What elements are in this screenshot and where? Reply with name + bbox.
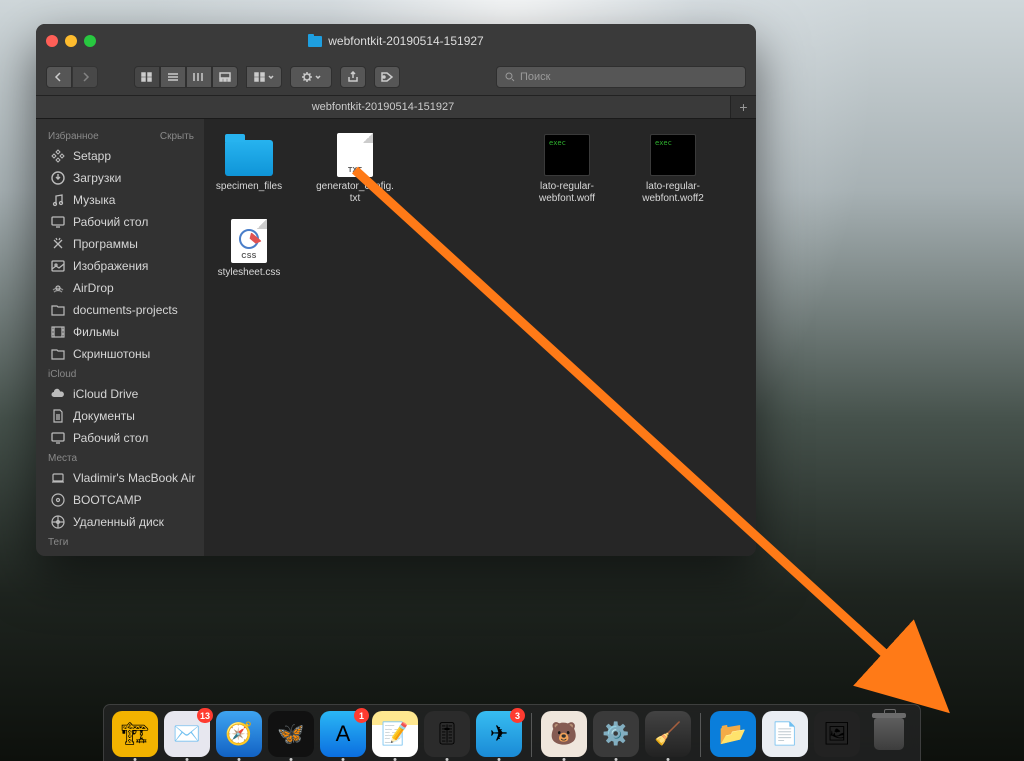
css-file-icon: CSS [231, 219, 267, 263]
laptop-icon [50, 470, 66, 486]
butterfly-icon: 🦋 [277, 721, 304, 747]
folder-icon [308, 36, 322, 47]
sidebar-item-label: Изображения [73, 259, 148, 273]
share-button[interactable] [340, 66, 366, 88]
action-button[interactable] [290, 66, 332, 88]
sidebar: Избранное Скрыть Setapp Загрузки Музыка Раб… [36, 119, 204, 556]
folder-icon [50, 302, 66, 318]
dock-butterfly[interactable]: 🦋 [268, 711, 314, 757]
appstore-icon: A [336, 721, 351, 747]
view-gallery-button[interactable] [212, 66, 238, 88]
tab-current[interactable]: webfontkit-20190514-151927 [36, 96, 730, 118]
sidebar-item-label: BOOTCAMP [73, 493, 142, 507]
file-label: specimen_files [216, 181, 282, 205]
sidebar-item-movies[interactable]: Фильмы [36, 321, 204, 343]
forklift-icon: 🏗 [121, 721, 149, 747]
new-tab-button[interactable]: + [730, 96, 756, 118]
file-item[interactable]: CSS stylesheet.css [210, 219, 288, 291]
tags-button[interactable] [374, 66, 400, 88]
sidebar-item-label: Фильмы [73, 325, 119, 339]
sidebar-item-music[interactable]: Музыка [36, 189, 204, 211]
icloud-icon [50, 386, 66, 402]
folder-icon [50, 346, 66, 362]
sidebar-item-desktop[interactable]: Рабочий стол [36, 427, 204, 449]
tab-bar: webfontkit-20190514-151927 + [36, 96, 756, 119]
sidebar-item-remote[interactable]: Удаленный диск [36, 511, 204, 533]
movies-icon [50, 324, 66, 340]
traffic-lights [46, 35, 96, 47]
sidebar-icloud-header: iCloud [36, 365, 204, 383]
sidebar-item-label: Удаленный диск [73, 515, 164, 529]
file-item[interactable]: specimen_files [210, 133, 288, 205]
downloads-icon [50, 170, 66, 186]
view-icons-button[interactable] [134, 66, 160, 88]
sidebar-item-label: Setapp [73, 149, 111, 163]
badge: 13 [197, 708, 213, 723]
folder-icon [225, 140, 273, 176]
file-label: stylesheet.css [218, 267, 281, 291]
sidebar-item-label: Программы [73, 237, 138, 251]
sidebar-item-images[interactable]: Изображения [36, 255, 204, 277]
sidebar-item-icloud[interactable]: iCloud Drive [36, 383, 204, 405]
dock-mail[interactable]: ✉️13 [164, 711, 210, 757]
sidebar-item-setapp[interactable]: Setapp [36, 145, 204, 167]
sidebar-item-label: Загрузки [73, 171, 121, 185]
airdrop-icon [50, 280, 66, 296]
sidebar-item-folder[interactable]: Скриншотоны [36, 343, 204, 365]
dock-forklift[interactable]: 🏗 [112, 711, 158, 757]
view-list-button[interactable] [160, 66, 186, 88]
sidebar-item-label: documents-projects [73, 303, 178, 317]
music-icon [50, 192, 66, 208]
safari-icon: 🧭 [225, 721, 252, 747]
sidebar-item-label: Скриншотоны [73, 347, 150, 361]
toolbar: Поиск [36, 58, 756, 96]
sidebar-item-docs[interactable]: Документы [36, 405, 204, 427]
sidebar-item-label: Vladimir's MacBook Air [73, 471, 195, 485]
images-icon [50, 258, 66, 274]
desktop-icon [50, 430, 66, 446]
search-field[interactable]: Поиск [496, 66, 746, 88]
sidebar-item-label: AirDrop [73, 281, 114, 295]
minimize-button[interactable] [65, 35, 77, 47]
sidebar-item-apps[interactable]: Программы [36, 233, 204, 255]
sidebar-item-disk[interactable]: BOOTCAMP [36, 489, 204, 511]
sidebar-item-label: Документы [73, 409, 135, 423]
close-button[interactable] [46, 35, 58, 47]
docs-icon [50, 408, 66, 424]
titlebar[interactable]: webfontkit-20190514-151927 [36, 24, 756, 58]
zoom-button[interactable] [84, 35, 96, 47]
nav-buttons [46, 66, 98, 88]
apps-icon [50, 236, 66, 252]
sidebar-item-airdrop[interactable]: AirDrop [36, 277, 204, 299]
sidebar-item-downloads[interactable]: Загрузки [36, 167, 204, 189]
sidebar-item-label: Музыка [73, 193, 115, 207]
sidebar-item-label: Рабочий стол [73, 431, 148, 445]
sidebar-tags-header: Теги [36, 533, 204, 551]
window-title: webfontkit-20190514-151927 [36, 34, 756, 48]
arrange-button[interactable] [246, 66, 282, 88]
sidebar-item-label: iCloud Drive [73, 387, 138, 401]
sidebar-item-folder[interactable]: documents-projects [36, 299, 204, 321]
back-button[interactable] [46, 66, 72, 88]
sidebar-item-label: Рабочий стол [73, 215, 148, 229]
hide-button[interactable]: Скрыть [160, 131, 194, 142]
search-icon [505, 72, 515, 82]
disk-icon [50, 492, 66, 508]
view-columns-button[interactable] [186, 66, 212, 88]
setapp-icon [50, 148, 66, 164]
forward-button[interactable] [72, 66, 98, 88]
remote-icon [50, 514, 66, 530]
dock-safari[interactable]: 🧭 [216, 711, 262, 757]
sidebar-favorites-header: Избранное Скрыть [36, 127, 204, 145]
desktop-icon [50, 214, 66, 230]
mail-icon: ✉️ [173, 721, 200, 747]
sidebar-places-header: Места [36, 449, 204, 467]
sidebar-item-desktop[interactable]: Рабочий стол [36, 211, 204, 233]
view-buttons [134, 66, 238, 88]
annotation-arrow [350, 165, 965, 730]
sidebar-item-laptop[interactable]: Vladimir's MacBook Air [36, 467, 204, 489]
